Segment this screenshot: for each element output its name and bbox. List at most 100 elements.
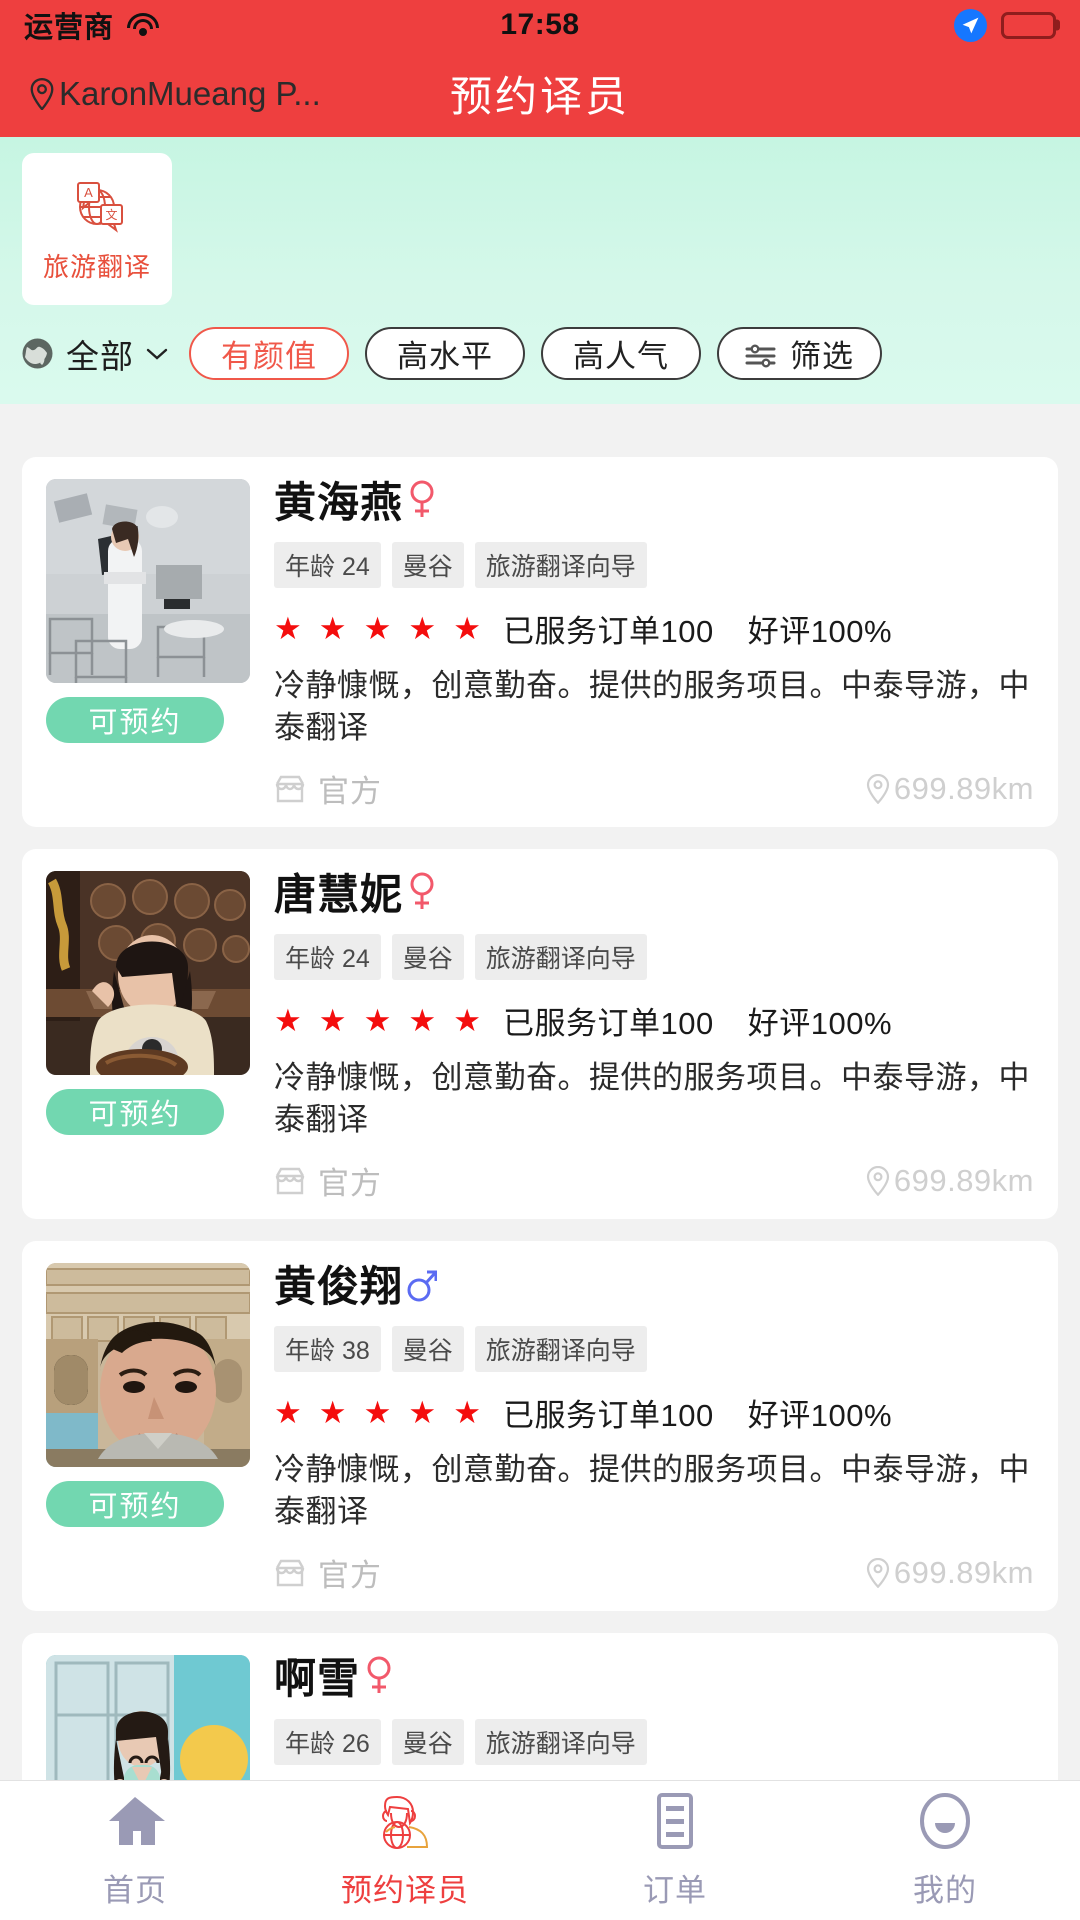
distance-label: 699.89km [893, 1554, 1034, 1590]
category-card-label: 旅游翻译 [42, 251, 151, 282]
tag-age: 年龄 24 [274, 542, 381, 589]
card-right: 黄俊翔 年龄 38 曼谷 旅游翻译向导 ★ ★ ★ ★ ★ 已服务订单100 好评100… [274, 1263, 1034, 1595]
bottom-tab-bar: 首页 预约译员 订单 我的 [0, 1780, 1080, 1920]
interpreter-name: 黄俊翔 [274, 1263, 404, 1311]
tab-interpreter[interactable]: 预约译员 [270, 1791, 540, 1910]
distance: 699.89km [865, 1555, 1034, 1591]
distance: 699.89km [865, 1163, 1034, 1199]
region-select[interactable]: 全部 [20, 330, 173, 378]
name-row: 唐慧妮 [274, 873, 1034, 917]
gender-female-icon [407, 479, 437, 519]
tag-city: 曼谷 [391, 934, 464, 981]
official-badge: 官方 [274, 1550, 382, 1595]
tag-role: 旅游翻译向导 [474, 1718, 647, 1765]
avatar[interactable] [46, 1655, 250, 1780]
status-bar-right [954, 8, 1056, 42]
tab-interpreter-label: 预约译员 [341, 1873, 469, 1908]
filter-chip-more[interactable]: 筛选 [717, 327, 882, 380]
meta-row: 官方 699.89km [274, 1158, 1034, 1203]
profile-icon [915, 1791, 975, 1851]
tag-row: 年龄 24 曼谷 旅游翻译向导 [274, 934, 1034, 981]
distance-label: 699.89km [893, 770, 1034, 806]
stat-row: ★ ★ ★ ★ ★ 已服务订单100 好评100% [274, 998, 1034, 1043]
map-pin-icon [28, 77, 56, 111]
list-item[interactable]: 可预约 唐慧妮 年龄 24 曼谷 旅游翻译向导 ★ ★ ★ ★ ★ 已服务订单100 好… [22, 849, 1058, 1220]
translate-globe-icon: A 文 [68, 175, 126, 233]
distance-pin-icon [865, 1557, 891, 1589]
filter-chip-row: 全部 有颜值 高水平 高人气 筛选 [0, 305, 1080, 394]
stat-row: ★ ★ ★ ★ ★ 已服务订单100 好评100% [274, 606, 1034, 651]
category-filter-band: A 文 旅游翻译 全部 有颜值 高水平 高人气 筛选 [0, 137, 1080, 404]
list-item[interactable]: 可预约 黄俊翔 年龄 38 曼谷 旅游翻译向导 ★ ★ ★ ★ ★ 已服务订单100 好… [22, 1241, 1058, 1612]
avatar[interactable] [46, 871, 250, 1076]
tag-role: 旅游翻译向导 [474, 542, 647, 589]
header-location[interactable]: KaronMueang P... [28, 75, 321, 113]
rating-stars: ★ ★ ★ ★ ★ [274, 611, 481, 647]
official-badge: 官方 [274, 766, 382, 811]
interpreter-description: 冷静慷慨，创意勤奋。提供的服务项目。中泰导游，中泰翻译 [274, 668, 1030, 745]
interpreter-description: 冷静慷慨，创意勤奋。提供的服务项目。中泰导游，中泰翻译 [274, 1060, 1030, 1137]
tab-home-label: 首页 [103, 1873, 167, 1908]
tab-profile[interactable]: 我的 [810, 1791, 1080, 1910]
official-badge: 官方 [274, 1158, 382, 1203]
wifi-icon [126, 12, 160, 38]
official-label: 官方 [318, 1166, 382, 1202]
interpreter-name: 黄海燕 [274, 479, 404, 526]
region-select-label: 全部 [66, 337, 134, 375]
name-row: 啊雪 [274, 1657, 1034, 1701]
book-button[interactable]: 可预约 [46, 1089, 224, 1136]
header-location-label: KaronMueang P... [59, 74, 321, 112]
status-bar-left: 运营商 [24, 4, 160, 46]
orders-count: 已服务订单100 [502, 1398, 714, 1434]
card-left: 可预约 [46, 1655, 250, 1780]
meta-row: 官方 699.89km [274, 1550, 1034, 1595]
svg-text:A: A [84, 185, 93, 200]
tab-profile-label: 我的 [913, 1873, 977, 1908]
tab-orders[interactable]: 订单 [540, 1791, 810, 1910]
interpreter-icon [375, 1791, 435, 1851]
carrier-label: 运营商 [24, 12, 115, 44]
filter-chip-beauty[interactable]: 有颜值 [189, 327, 349, 380]
svg-text:文: 文 [105, 207, 117, 222]
shop-icon [274, 1167, 306, 1195]
shop-icon [274, 775, 306, 803]
tag-row: 年龄 38 曼谷 旅游翻译向导 [274, 1326, 1034, 1373]
battery-icon [1001, 11, 1056, 39]
rating-percent: 好评100% [747, 614, 893, 650]
distance: 699.89km [865, 771, 1034, 807]
stat-row: ★ ★ ★ ★ ★ 已服务订单100 好评100% [274, 1390, 1034, 1435]
category-card-translate[interactable]: A 文 旅游翻译 [22, 153, 172, 305]
filter-lines-icon [745, 341, 776, 368]
chevron-down-icon [145, 347, 169, 361]
distance-pin-icon [865, 1165, 891, 1197]
book-button[interactable]: 可预约 [46, 1481, 224, 1528]
list-item[interactable]: 可预约 啊雪 年龄 26 曼谷 旅游翻译向导 ★★★★★ 已服务订单100 好评… [22, 1633, 1058, 1780]
avatar[interactable] [46, 1263, 250, 1468]
tag-age: 年龄 24 [274, 934, 381, 981]
avatar[interactable] [46, 479, 250, 683]
tag-city: 曼谷 [391, 1718, 464, 1765]
list-item[interactable]: 可预约 黄海燕 年龄 24 曼谷 旅游翻译向导 ★ ★ ★ ★ ★ 已服务订单100 好… [22, 457, 1058, 828]
tag-age: 年龄 38 [274, 1326, 381, 1373]
filter-chip-skill[interactable]: 高水平 [365, 327, 525, 380]
tag-row: 年龄 24 曼谷 旅游翻译向导 [274, 542, 1034, 589]
filter-chip-more-label: 筛选 [790, 339, 854, 374]
tag-role: 旅游翻译向导 [474, 934, 647, 981]
app-header: KaronMueang P... 预约译员 [0, 50, 1080, 137]
tab-home[interactable]: 首页 [0, 1791, 270, 1910]
location-arrow-icon [954, 8, 987, 42]
book-button[interactable]: 可预约 [46, 697, 224, 743]
card-left: 可预约 [46, 871, 250, 1203]
home-icon [105, 1791, 165, 1851]
orders-count: 已服务订单100 [502, 1006, 714, 1042]
tag-city: 曼谷 [391, 542, 464, 589]
rating-stars: ★ ★ ★ ★ ★ [274, 1395, 481, 1431]
status-bar: 运营商 17:58 [0, 0, 1080, 50]
gender-male-icon [407, 1263, 438, 1303]
filter-chip-popular[interactable]: 高人气 [541, 327, 701, 380]
tag-city: 曼谷 [391, 1326, 464, 1373]
gender-female-icon [407, 871, 437, 911]
tab-orders-label: 订单 [643, 1873, 707, 1908]
interpreter-list[interactable]: 可预约 黄海燕 年龄 24 曼谷 旅游翻译向导 ★ ★ ★ ★ ★ 已服务订单100 好… [0, 447, 1080, 1780]
category-row: A 文 旅游翻译 [0, 153, 1080, 305]
